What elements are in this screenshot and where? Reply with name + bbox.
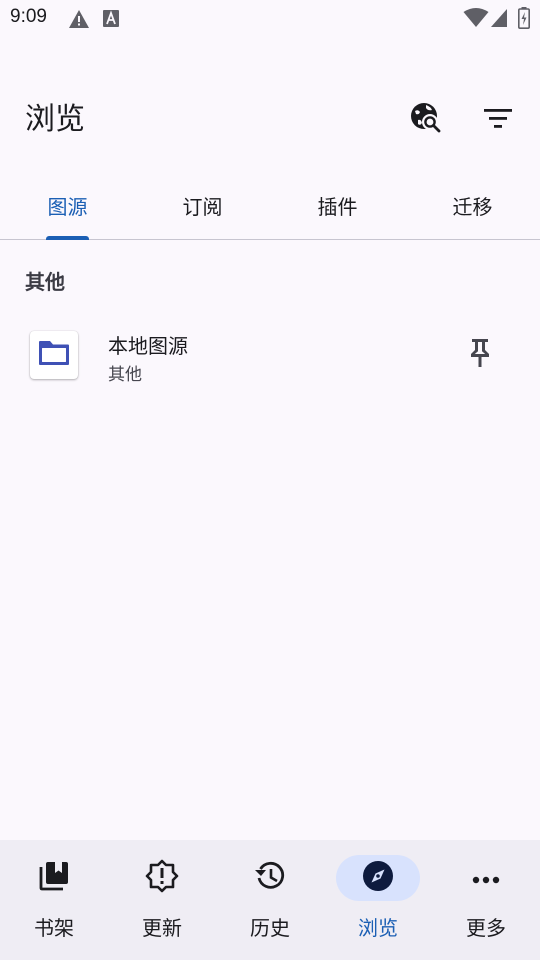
alert-badge-icon bbox=[145, 859, 179, 897]
nav-pill bbox=[120, 855, 204, 901]
tab-sources[interactable]: 图源 bbox=[0, 172, 135, 240]
status-bar: 9:09 bbox=[0, 0, 540, 36]
status-time: 9:09 bbox=[10, 6, 47, 27]
text-a-icon bbox=[103, 10, 119, 31]
tab-indicator bbox=[46, 236, 89, 240]
section-header: 其他 bbox=[25, 270, 65, 294]
pin-button[interactable] bbox=[458, 332, 502, 376]
warning-icon bbox=[68, 9, 90, 33]
source-name: 本地图源 bbox=[108, 334, 188, 358]
signal-icon bbox=[490, 8, 508, 32]
tab-subscriptions[interactable]: 订阅 bbox=[135, 172, 270, 239]
nav-pill bbox=[12, 855, 96, 901]
battery-charging-icon bbox=[518, 7, 530, 33]
nav-item-library[interactable]: 书架 bbox=[0, 840, 108, 960]
nav-pill bbox=[336, 855, 420, 901]
wifi-icon bbox=[463, 8, 489, 32]
tab-label: 订阅 bbox=[182, 195, 223, 219]
tab-bar: 图源 订阅 插件 迁移 bbox=[0, 172, 540, 240]
pin-icon bbox=[467, 336, 493, 372]
more-horizontal-icon bbox=[472, 869, 500, 888]
nav-label: 浏览 bbox=[358, 916, 398, 940]
globe-search-icon bbox=[409, 101, 443, 139]
nav-pill bbox=[228, 855, 312, 901]
tab-label: 迁移 bbox=[452, 195, 493, 219]
tab-plugins[interactable]: 插件 bbox=[270, 172, 405, 239]
tab-migration[interactable]: 迁移 bbox=[405, 172, 540, 239]
nav-label: 更新 bbox=[142, 916, 182, 940]
tab-label: 图源 bbox=[47, 195, 88, 219]
tab-label: 插件 bbox=[317, 195, 358, 219]
bottom-navigation: 书架 更新 历史 浏览 更多 bbox=[0, 840, 540, 960]
nav-item-browse[interactable]: 浏览 bbox=[324, 840, 432, 960]
library-icon bbox=[38, 860, 70, 896]
global-search-button[interactable] bbox=[404, 98, 448, 142]
source-item-local[interactable]: 本地图源 其他 bbox=[0, 318, 540, 394]
filter-icon bbox=[484, 107, 512, 133]
page-title: 浏览 bbox=[25, 102, 85, 137]
source-icon-container bbox=[30, 331, 78, 379]
nav-item-updates[interactable]: 更新 bbox=[108, 840, 216, 960]
compass-icon bbox=[362, 860, 394, 896]
nav-label: 更多 bbox=[466, 916, 506, 940]
nav-pill bbox=[444, 855, 528, 901]
nav-label: 历史 bbox=[250, 916, 290, 940]
nav-item-more[interactable]: 更多 bbox=[432, 840, 540, 960]
nav-item-history[interactable]: 历史 bbox=[216, 840, 324, 960]
filter-button[interactable] bbox=[476, 98, 520, 142]
folder-icon bbox=[37, 339, 71, 371]
nav-label: 书架 bbox=[34, 916, 74, 940]
history-icon bbox=[253, 859, 287, 897]
source-language: 其他 bbox=[108, 365, 142, 385]
